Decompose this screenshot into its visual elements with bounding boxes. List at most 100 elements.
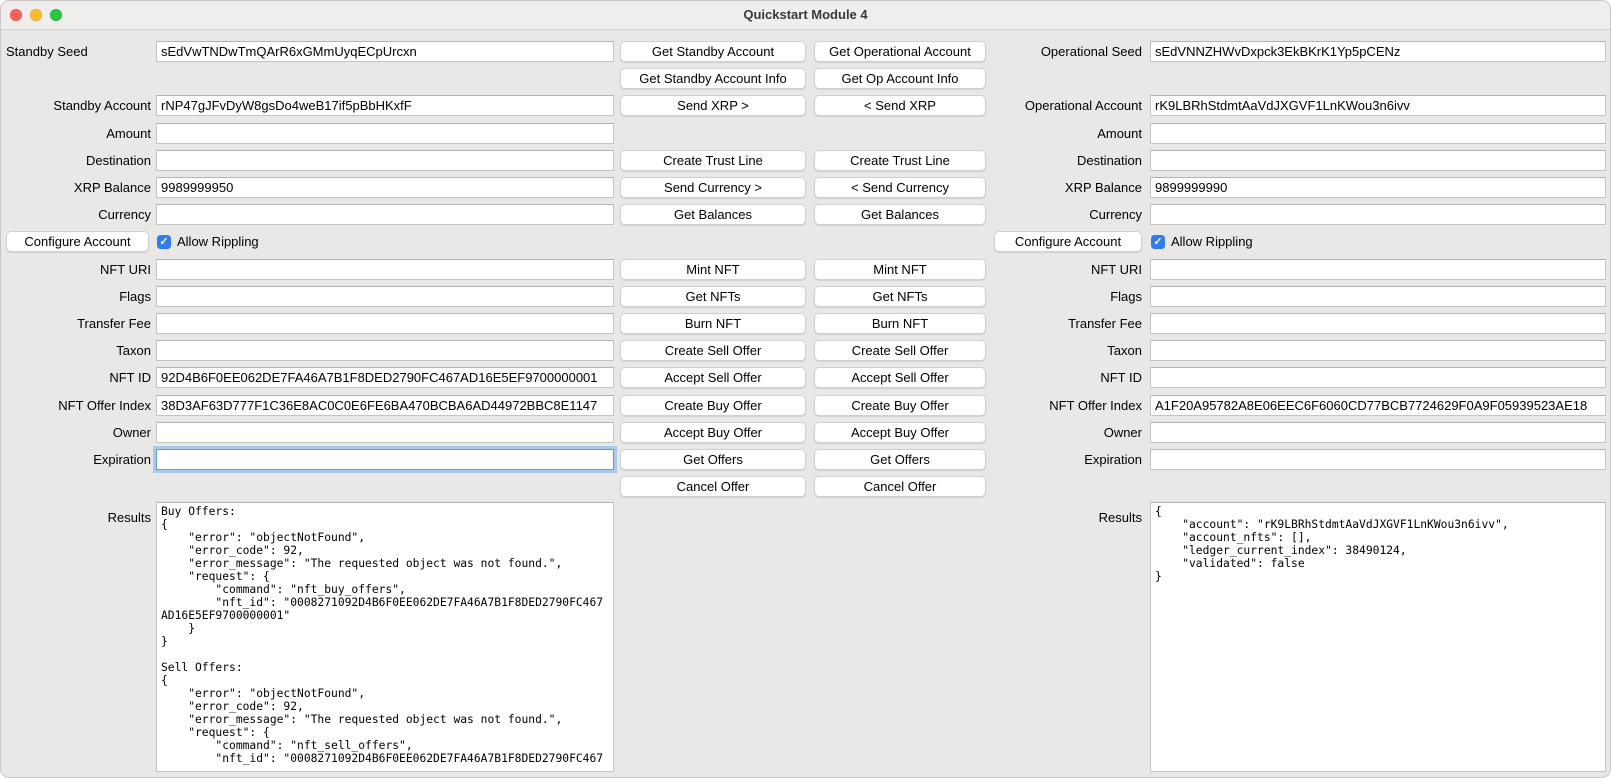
- operational-destination-input[interactable]: [1150, 150, 1606, 171]
- standby-transfer-fee-label: Transfer Fee: [1, 316, 156, 331]
- standby-xrp-balance-input[interactable]: 9989999950: [156, 177, 614, 198]
- operational-owner-label: Owner: [986, 425, 1150, 440]
- standby-account-input[interactable]: rNP47gJFvDyW8gsDo4weB17if5pBbHKxfF: [156, 95, 614, 116]
- standby-nft-offer-index-input[interactable]: 38D3AF63D777F1C36E8AC0C0E6FE6BA470BCBA6A…: [156, 395, 614, 416]
- operational-transfer-fee-label: Transfer Fee: [986, 316, 1150, 331]
- operational-results-label: Results: [986, 500, 1150, 525]
- accept-buy-offer-standby-button[interactable]: Accept Buy Offer: [620, 422, 806, 443]
- standby-expiration-input[interactable]: [156, 449, 614, 470]
- standby-seed-input[interactable]: sEdVwTNDwTmQArR6xGMmUyqECpUrcxn: [156, 41, 614, 62]
- operational-nft-id-label: NFT ID: [986, 370, 1150, 385]
- standby-destination-label: Destination: [1, 153, 156, 168]
- get-op-account-info-button[interactable]: Get Op Account Info: [814, 68, 986, 89]
- standby-taxon-label: Taxon: [1, 343, 156, 358]
- check-icon: ✓: [159, 235, 168, 249]
- allow-rippling-standby-checkbox[interactable]: ✓: [157, 235, 171, 249]
- operational-expiration-label: Expiration: [986, 452, 1150, 467]
- operational-xrp-balance-label: XRP Balance: [986, 180, 1150, 195]
- get-operational-account-button[interactable]: Get Operational Account: [814, 41, 986, 62]
- standby-taxon-input[interactable]: [156, 340, 614, 361]
- configure-account-standby-button[interactable]: Configure Account: [6, 231, 149, 252]
- operational-flags-label: Flags: [986, 289, 1150, 304]
- send-currency-left-button[interactable]: < Send Currency: [814, 177, 986, 198]
- standby-flags-label: Flags: [1, 289, 156, 304]
- allow-rippling-standby-label: Allow Rippling: [177, 234, 259, 249]
- title-bar: Quickstart Module 4: [1, 1, 1610, 30]
- create-sell-offer-standby-button[interactable]: Create Sell Offer: [620, 340, 806, 361]
- operational-nft-id-input[interactable]: [1150, 367, 1606, 388]
- standby-transfer-fee-input[interactable]: [156, 313, 614, 334]
- standby-owner-input[interactable]: [156, 422, 614, 443]
- burn-nft-operational-button[interactable]: Burn NFT: [814, 313, 986, 334]
- operational-amount-input[interactable]: [1150, 123, 1606, 144]
- main-grid: Standby Seed sEdVwTNDwTmQArR6xGMmUyqECpU…: [1, 30, 1611, 778]
- operational-taxon-label: Taxon: [986, 343, 1150, 358]
- mint-nft-standby-button[interactable]: Mint NFT: [620, 259, 806, 280]
- operational-seed-input[interactable]: sEdVNNZHWvDxpck3EkBKrK1Yp5pCENz: [1150, 41, 1606, 62]
- mint-nft-operational-button[interactable]: Mint NFT: [814, 259, 986, 280]
- standby-results-textarea[interactable]: Buy Offers: { "error": "objectNotFound",…: [156, 502, 614, 772]
- window-title: Quickstart Module 4: [1, 1, 1610, 29]
- standby-amount-input[interactable]: [156, 123, 614, 144]
- standby-results-label: Results: [1, 500, 156, 525]
- operational-currency-label: Currency: [986, 207, 1150, 222]
- send-xrp-right-button[interactable]: Send XRP >: [620, 95, 806, 116]
- send-xrp-left-button[interactable]: < Send XRP: [814, 95, 986, 116]
- operational-taxon-input[interactable]: [1150, 340, 1606, 361]
- operational-nft-uri-label: NFT URI: [986, 262, 1150, 277]
- create-trust-line-standby-button[interactable]: Create Trust Line: [620, 150, 806, 171]
- get-standby-account-info-button[interactable]: Get Standby Account Info: [620, 68, 806, 89]
- send-currency-right-button[interactable]: Send Currency >: [620, 177, 806, 198]
- operational-nft-offer-index-label: NFT Offer Index: [986, 398, 1150, 413]
- create-buy-offer-standby-button[interactable]: Create Buy Offer: [620, 395, 806, 416]
- operational-currency-input[interactable]: [1150, 204, 1606, 225]
- operational-nft-offer-index-input[interactable]: A1F20A95782A8E06EEC6F6060CD77BCB7724629F…: [1150, 395, 1606, 416]
- operational-seed-label: Operational Seed: [986, 44, 1150, 59]
- app-window: Quickstart Module 4 Standby Seed sEdVwTN…: [0, 0, 1611, 778]
- create-sell-offer-operational-button[interactable]: Create Sell Offer: [814, 340, 986, 361]
- standby-seed-label: Standby Seed: [1, 44, 156, 59]
- get-offers-standby-button[interactable]: Get Offers: [620, 449, 806, 470]
- get-balances-standby-button[interactable]: Get Balances: [620, 204, 806, 225]
- accept-sell-offer-standby-button[interactable]: Accept Sell Offer: [620, 367, 806, 388]
- standby-nft-uri-input[interactable]: [156, 259, 614, 280]
- standby-owner-label: Owner: [1, 425, 156, 440]
- standby-nft-uri-label: NFT URI: [1, 262, 156, 277]
- allow-rippling-operational: ✓ Allow Rippling: [1150, 234, 1253, 249]
- create-buy-offer-operational-button[interactable]: Create Buy Offer: [814, 395, 986, 416]
- standby-currency-label: Currency: [1, 207, 156, 222]
- standby-expiration-label: Expiration: [1, 452, 156, 467]
- get-nfts-standby-button[interactable]: Get NFTs: [620, 286, 806, 307]
- get-balances-operational-button[interactable]: Get Balances: [814, 204, 986, 225]
- burn-nft-standby-button[interactable]: Burn NFT: [620, 313, 806, 334]
- cancel-offer-operational-button[interactable]: Cancel Offer: [814, 476, 986, 497]
- operational-account-input[interactable]: rK9LBRhStdmtAaVdJXGVF1LnKWou3n6ivv: [1150, 95, 1606, 116]
- standby-nft-id-label: NFT ID: [1, 370, 156, 385]
- get-offers-operational-button[interactable]: Get Offers: [814, 449, 986, 470]
- allow-rippling-operational-checkbox[interactable]: ✓: [1151, 235, 1165, 249]
- standby-nft-id-input[interactable]: 92D4B6F0EE062DE7FA46A7B1F8DED2790FC467AD…: [156, 367, 614, 388]
- accept-sell-offer-operational-button[interactable]: Accept Sell Offer: [814, 367, 986, 388]
- operational-results-textarea[interactable]: { "account": "rK9LBRhStdmtAaVdJXGVF1LnKW…: [1150, 502, 1606, 772]
- operational-expiration-input[interactable]: [1150, 449, 1606, 470]
- operational-xrp-balance-input[interactable]: 9899999990: [1150, 177, 1606, 198]
- get-standby-account-button[interactable]: Get Standby Account: [620, 41, 806, 62]
- standby-amount-label: Amount: [1, 126, 156, 141]
- standby-nft-offer-index-label: NFT Offer Index: [1, 398, 156, 413]
- operational-flags-input[interactable]: [1150, 286, 1606, 307]
- get-nfts-operational-button[interactable]: Get NFTs: [814, 286, 986, 307]
- standby-account-label: Standby Account: [1, 98, 156, 113]
- operational-nft-uri-input[interactable]: [1150, 259, 1606, 280]
- standby-xrp-balance-label: XRP Balance: [1, 180, 156, 195]
- operational-destination-label: Destination: [986, 153, 1150, 168]
- configure-account-operational-button[interactable]: Configure Account: [994, 231, 1142, 252]
- accept-buy-offer-operational-button[interactable]: Accept Buy Offer: [814, 422, 986, 443]
- operational-owner-input[interactable]: [1150, 422, 1606, 443]
- standby-currency-input[interactable]: [156, 204, 614, 225]
- standby-flags-input[interactable]: [156, 286, 614, 307]
- operational-transfer-fee-input[interactable]: [1150, 313, 1606, 334]
- cancel-offer-standby-button[interactable]: Cancel Offer: [620, 476, 806, 497]
- standby-destination-input[interactable]: [156, 150, 614, 171]
- operational-account-label: Operational Account: [986, 98, 1150, 113]
- create-trust-line-operational-button[interactable]: Create Trust Line: [814, 150, 986, 171]
